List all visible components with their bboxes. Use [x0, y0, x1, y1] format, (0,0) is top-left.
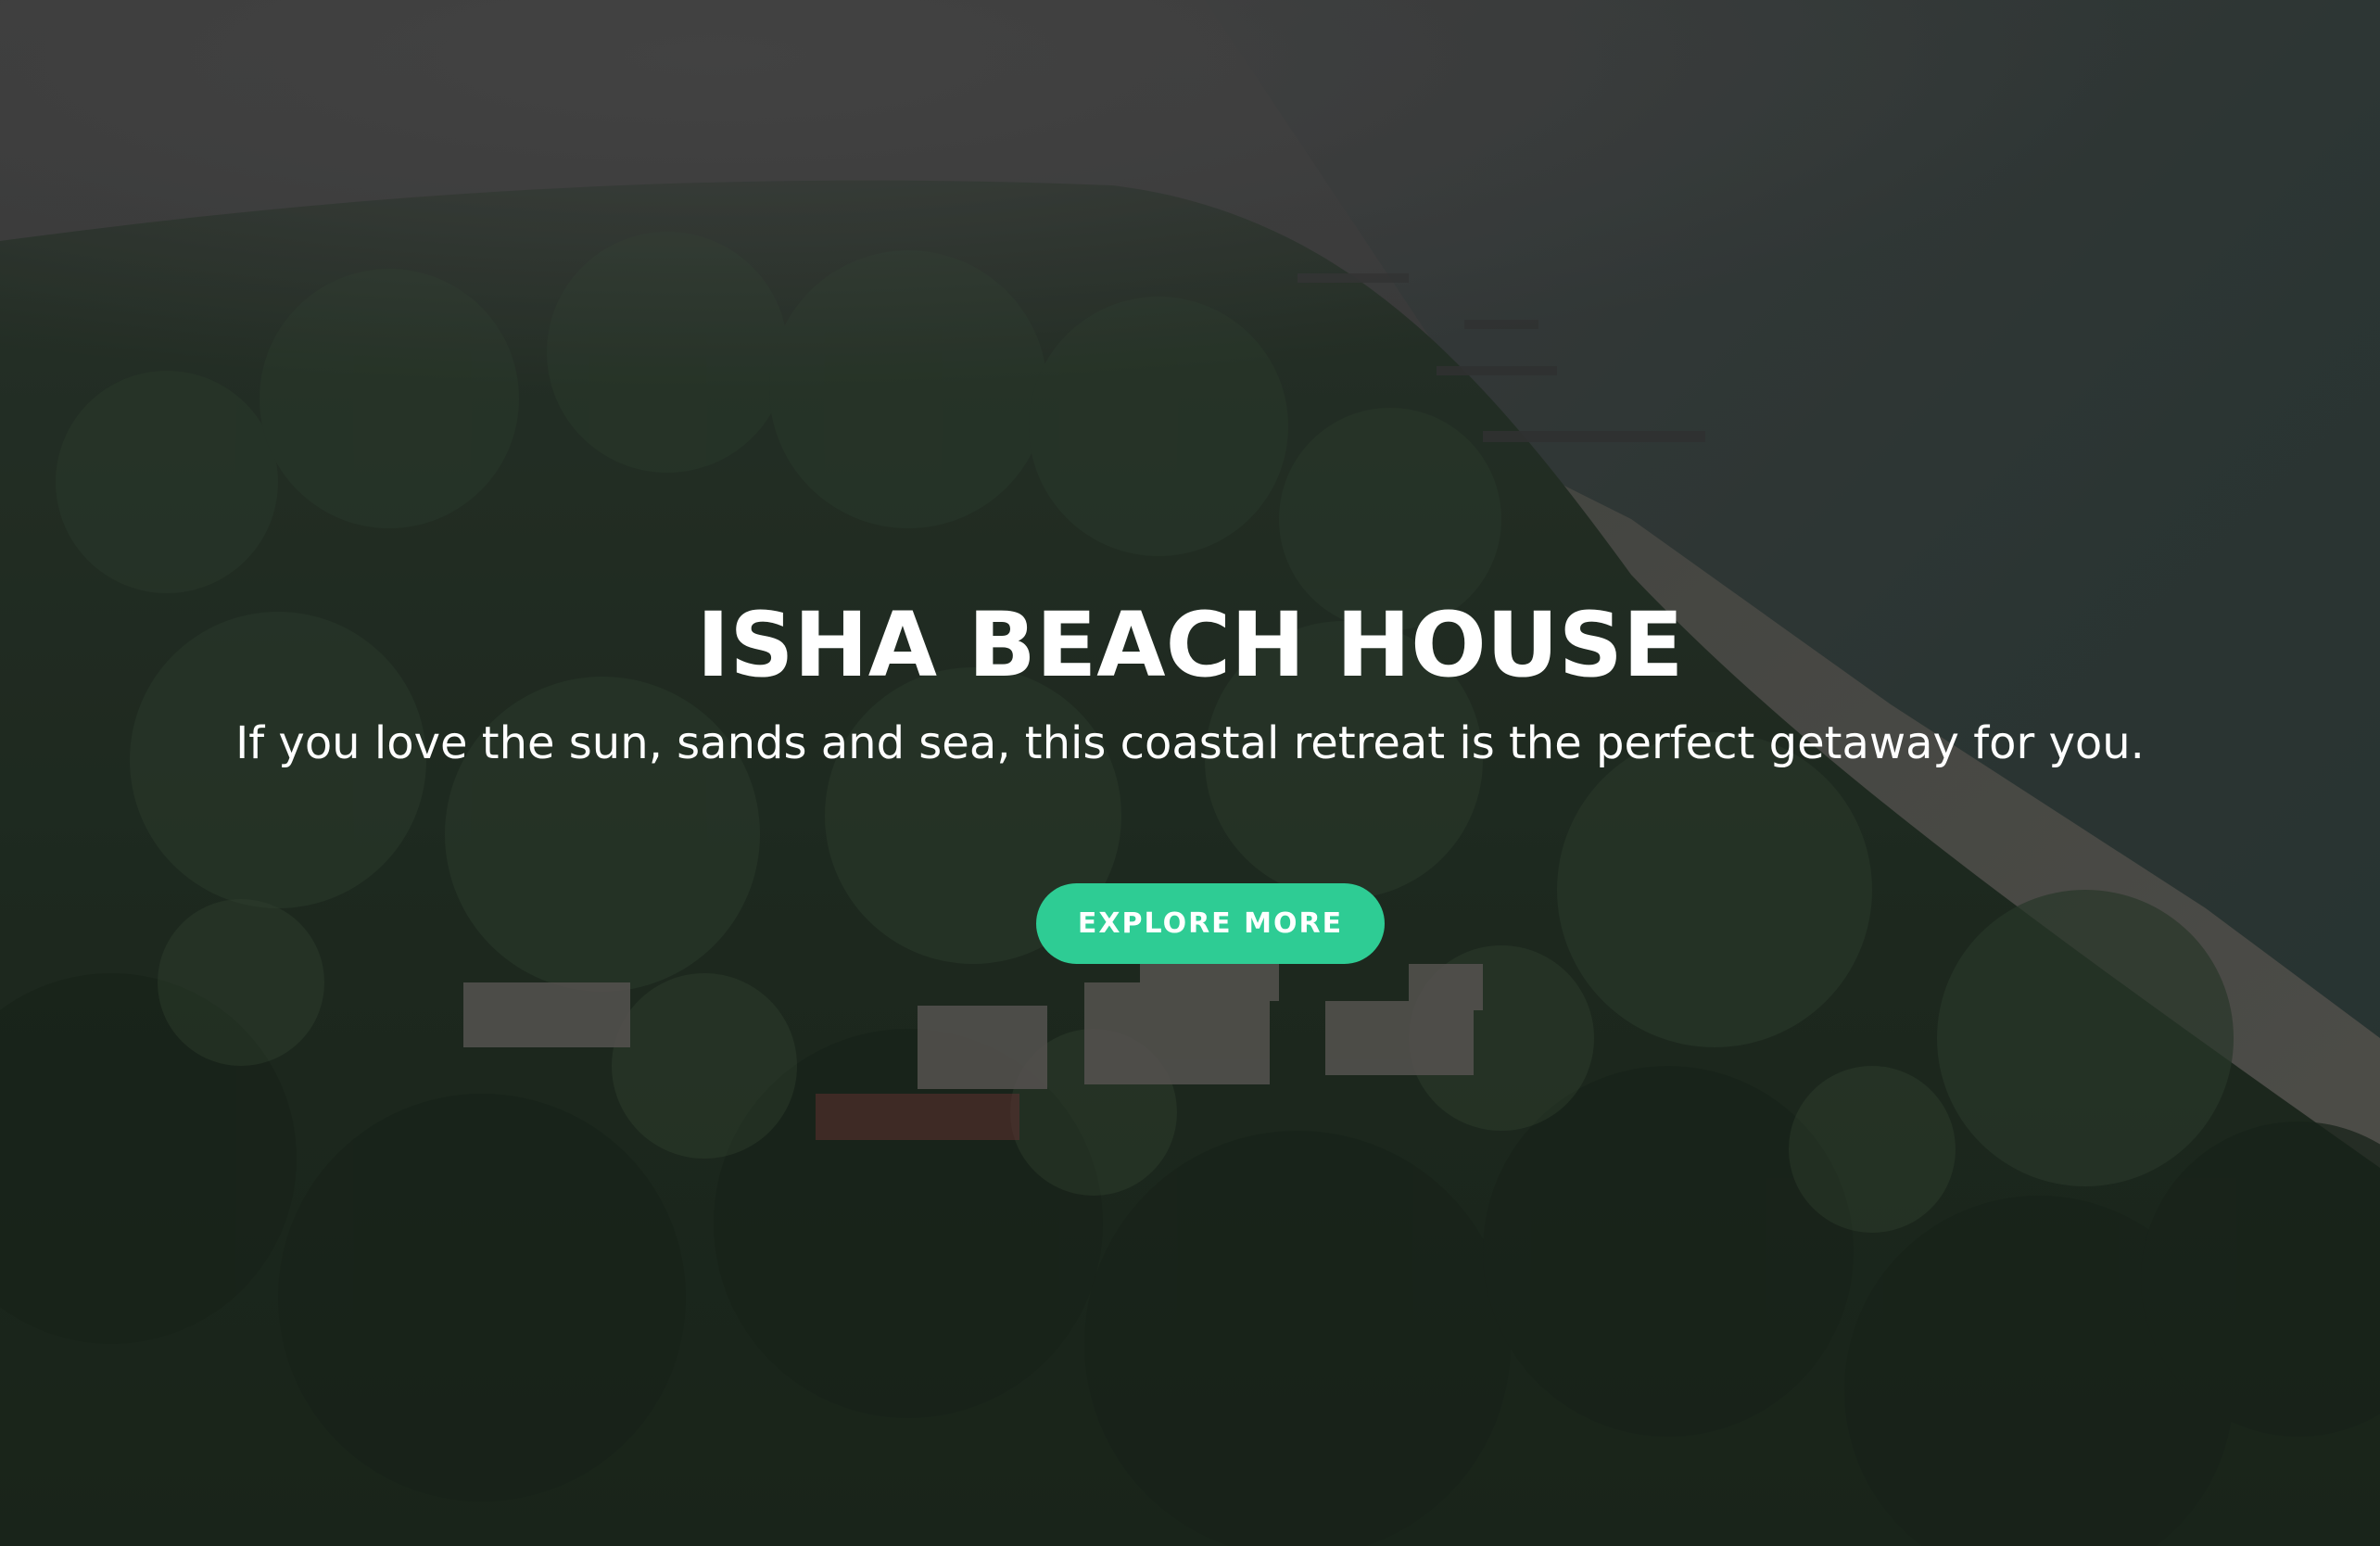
explore-more-button[interactable]: EXPLORE MORE — [1036, 883, 1385, 964]
hero-content: ISHA BEACH HOUSE If you love the sun, sa… — [0, 0, 2380, 1546]
hero-section: ISHA BEACH HOUSE If you love the sun, sa… — [0, 0, 2380, 1546]
hero-subtitle: If you love the sun, sands and sea, this… — [235, 717, 2145, 769]
hero-title: ISHA BEACH HOUSE — [696, 593, 1684, 697]
